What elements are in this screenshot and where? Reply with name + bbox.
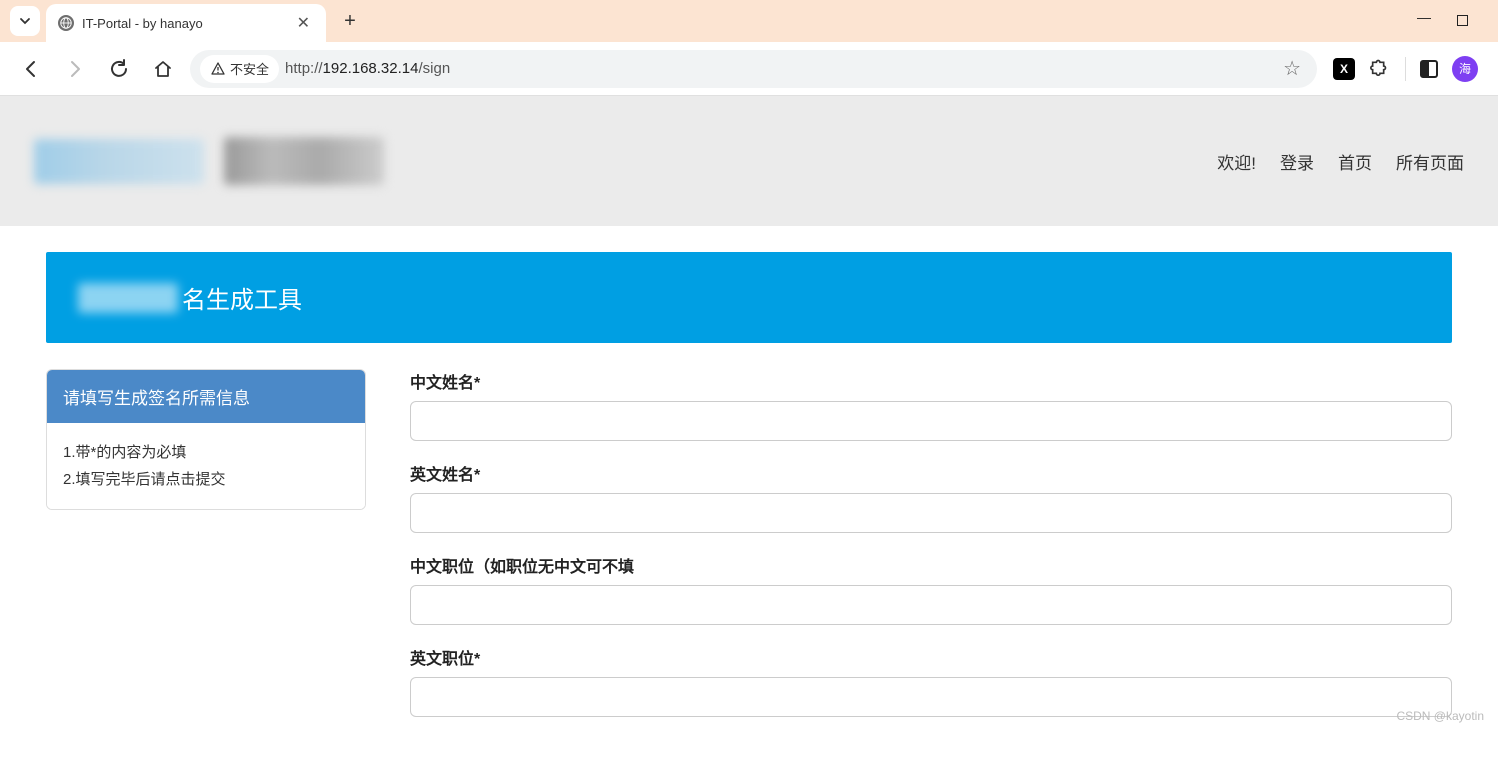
form-group-en-title: 英文职位* [410,645,1452,717]
security-label: 不安全 [230,59,269,78]
browser-tab[interactable]: IT-Portal - by hanayo ✕ [46,4,326,42]
minimize-button[interactable]: — [1417,9,1431,25]
header-nav: 欢迎! 登录 首页 所有页面 [1217,149,1464,174]
extensions-button[interactable] [1369,55,1391,82]
input-cn-name[interactable] [410,401,1452,441]
panel-note-1: 1.带*的内容为必填 [63,439,349,466]
main-area: 请填写生成签名所需信息 1.带*的内容为必填 2.填写完毕后请点击提交 中文姓名… [46,369,1452,737]
label-cn-title: 中文职位（如职位无中文可不填 [410,553,1452,577]
tab-title: IT-Portal - by hanayo [82,16,285,31]
panel-note-2: 2.填写完毕后请点击提交 [63,466,349,493]
new-tab-button[interactable]: + [336,7,364,35]
form-group-cn-name: 中文姓名* [410,369,1452,441]
banner-blur [78,283,178,313]
banner-title: 名生成工具 [182,280,302,315]
watermark: CSDN @kayotin [1396,709,1484,723]
extension-icons: X 海 [1327,55,1484,82]
nav-login[interactable]: 登录 [1280,149,1314,174]
input-cn-title[interactable] [410,585,1452,625]
site-header: 欢迎! 登录 首页 所有页面 [0,96,1498,226]
info-panel: 请填写生成签名所需信息 1.带*的内容为必填 2.填写完毕后请点击提交 [46,369,366,510]
side-panel-icon[interactable] [1420,60,1438,78]
form-group-cn-title: 中文职位（如职位无中文可不填 [410,553,1452,625]
label-en-name: 英文姓名* [410,461,1452,485]
input-en-name[interactable] [410,493,1452,533]
page-banner: 名生成工具 [46,252,1452,343]
logo-blur-2 [224,137,384,185]
maximize-button[interactable] [1457,13,1468,29]
page-content: 名生成工具 请填写生成签名所需信息 1.带*的内容为必填 2.填写完毕后请点击提… [0,226,1498,763]
label-en-title: 英文职位* [410,645,1452,669]
warning-icon [210,61,226,77]
url-display: http://192.168.32.14/sign [285,60,450,77]
nav-welcome: 欢迎! [1217,149,1256,174]
logo-blur-1 [34,139,204,184]
nav-all-pages[interactable]: 所有页面 [1396,149,1464,174]
label-cn-name: 中文姓名* [410,369,1452,393]
toolbar-divider [1405,57,1406,81]
form-group-en-name: 英文姓名* [410,461,1452,533]
extension-x-icon[interactable]: X [1333,58,1355,80]
profile-avatar[interactable]: 海 [1452,56,1478,82]
forward-button[interactable] [58,52,92,86]
panel-header: 请填写生成签名所需信息 [47,370,365,423]
reload-button[interactable] [102,52,136,86]
back-button[interactable] [14,52,48,86]
browser-toolbar: 不安全 http://192.168.32.14/sign ☆ X 海 [0,42,1498,96]
security-badge[interactable]: 不安全 [200,55,279,83]
site-logo [34,137,384,185]
bookmark-star-icon[interactable]: ☆ [1277,56,1307,81]
window-controls: — [1417,13,1488,29]
nav-home[interactable]: 首页 [1338,149,1372,174]
tab-search-dropdown[interactable] [10,6,40,36]
globe-icon [58,15,74,31]
panel-body: 1.带*的内容为必填 2.填写完毕后请点击提交 [47,423,365,509]
browser-tab-strip: IT-Portal - by hanayo ✕ + — [0,0,1498,42]
address-bar[interactable]: 不安全 http://192.168.32.14/sign ☆ [190,50,1317,88]
side-panel: 请填写生成签名所需信息 1.带*的内容为必填 2.填写完毕后请点击提交 [46,369,366,737]
close-tab-icon[interactable]: ✕ [293,13,314,33]
home-button[interactable] [146,52,180,86]
form-area: 中文姓名* 英文姓名* 中文职位（如职位无中文可不填 英文职位* [410,369,1452,737]
input-en-title[interactable] [410,677,1452,717]
